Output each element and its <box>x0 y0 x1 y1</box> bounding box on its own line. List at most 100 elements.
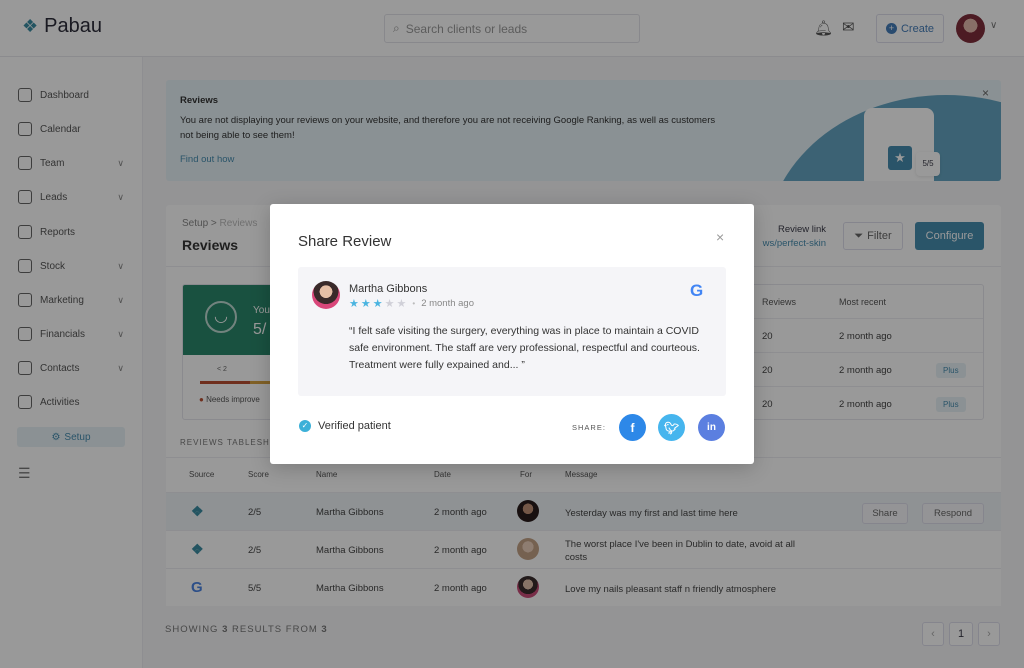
reviewer-avatar <box>312 281 340 309</box>
reports-icon <box>18 225 32 239</box>
dashboard-icon <box>18 88 32 102</box>
sidebar-item-label: Reports <box>40 226 76 238</box>
chevron-down-icon[interactable]: ∨ <box>990 20 997 31</box>
respond-button[interactable]: Respond <box>922 503 984 524</box>
pabau-source-icon: ❖ <box>191 503 204 519</box>
range-label: < 2 <box>217 366 227 373</box>
table-row[interactable]: ❖ 2/5 Martha Gibbons 2 month ago Yesterd… <box>166 492 1001 530</box>
prev-page-button[interactable]: ‹ <box>922 622 944 646</box>
table-row[interactable]: G 5/5 Martha Gibbons 2 month ago Love my… <box>166 568 1001 606</box>
share-review-modal: Share Review × Martha Gibbons ★ ★ ★ ★ ★ • 2 mo… <box>270 204 754 464</box>
illustration-score: 5/5 <box>916 152 940 176</box>
plus-circle-icon: + <box>885 23 897 34</box>
close-icon[interactable]: × <box>716 229 724 245</box>
name: Martha Gibbons <box>316 583 384 594</box>
page-title: Reviews <box>182 237 239 253</box>
score: 2/5 <box>248 507 262 518</box>
brand-name: Pabau <box>44 15 102 37</box>
sidebar-item-label: Marketing <box>40 294 84 306</box>
most-recent: 2 month ago <box>839 365 892 376</box>
star-icon: ★ <box>888 146 912 170</box>
chevron-down-icon: ∨ <box>117 191 124 202</box>
col-message: Message <box>565 470 598 479</box>
search-icon: ⌕ <box>393 21 400 35</box>
share-label: SHARE: <box>572 423 606 432</box>
page-1-button[interactable]: 1 <box>949 622 973 646</box>
search-input[interactable]: ⌕ Search clients or leads <box>384 14 640 43</box>
dot-separator: • <box>412 299 416 308</box>
star-icon: ★ <box>384 298 395 310</box>
sidebar-item-financials[interactable]: Financials ∨ <box>18 327 128 341</box>
create-button[interactable]: + Create <box>876 14 944 43</box>
find-out-how-link[interactable]: Find out how <box>180 154 234 165</box>
pabau-logo-icon: ❖ <box>22 16 39 36</box>
sidebar-item-contacts[interactable]: Contacts ∨ <box>18 361 128 375</box>
review-quote: “I felt safe visiting the surgery, every… <box>349 325 700 371</box>
sidebar-setup-button[interactable]: ⚙ Setup <box>17 427 125 447</box>
bell-icon[interactable]: 🔔︎ <box>814 19 833 37</box>
plus-badge: Plus <box>936 397 966 412</box>
sidebar-item-dashboard[interactable]: Dashboard <box>18 88 128 102</box>
results-summary: SHOWING 3 RESULTS FROM 3 <box>165 624 328 635</box>
sidebar-item-team[interactable]: Team ∨ <box>18 156 128 170</box>
sidebar-item-activities[interactable]: Activities <box>18 395 128 409</box>
name: Martha Gibbons <box>316 545 384 556</box>
staff-avatar <box>517 500 539 522</box>
activities-icon <box>18 395 32 409</box>
chevron-down-icon: ∨ <box>117 157 124 168</box>
banner-text: You are not displaying your reviews on y… <box>180 115 716 141</box>
most-recent: 2 month ago <box>839 399 892 410</box>
table-row: 20 2 month ago Plus <box>742 386 983 420</box>
sidebar-item-marketing[interactable]: Marketing ∨ <box>18 293 128 307</box>
review-link-label: Review link <box>777 224 826 235</box>
sidebar-item-reports[interactable]: Reports <box>18 225 128 239</box>
linkedin-share-button[interactable]: in <box>698 414 725 441</box>
twitter-icon: 🐦︎ <box>663 420 680 435</box>
logo[interactable]: ❖ Pabau <box>22 15 102 38</box>
score-text: You <box>253 305 270 316</box>
leads-icon <box>18 190 32 204</box>
sidebar-item-leads[interactable]: Leads ∨ <box>18 190 128 204</box>
filter-button[interactable]: ⏷ Filter <box>843 222 903 250</box>
contacts-icon <box>18 361 32 375</box>
chevron-down-icon: ∨ <box>117 328 124 339</box>
close-banner-icon[interactable]: × <box>982 86 989 100</box>
modal-title: Share Review <box>298 233 392 250</box>
sidebar-item-calendar[interactable]: Calendar <box>18 122 128 136</box>
sidebar-item-stock[interactable]: Stock ∨ <box>18 259 128 273</box>
mail-icon[interactable]: ✉ <box>842 18 855 36</box>
table-row[interactable]: ❖ 2/5 Martha Gibbons 2 month ago The wor… <box>166 530 1001 568</box>
reviews-banner: Reviews You are not displaying your revi… <box>166 80 1001 181</box>
linkedin-icon: in <box>707 422 716 433</box>
collapse-menu-icon[interactable]: ☰ <box>18 465 31 482</box>
next-page-button[interactable]: › <box>978 622 1000 646</box>
share-button[interactable]: Share <box>862 503 908 524</box>
col-most-recent: Most recent <box>839 297 887 307</box>
legend-label: Needs improve <box>206 395 260 404</box>
breadcrumb-setup[interactable]: Setup <box>182 218 208 229</box>
name: Martha Gibbons <box>316 507 384 518</box>
filter-label: Filter <box>867 230 892 242</box>
twitter-share-button[interactable]: 🐦︎ <box>658 414 685 441</box>
user-avatar[interactable] <box>956 14 985 43</box>
section-title: REVIEWS TABLESHE <box>180 438 277 447</box>
review-link-url[interactable]: ws/perfect-skin <box>763 237 826 251</box>
review-preview: Martha Gibbons ★ ★ ★ ★ ★ • 2 month ago G “I fe… <box>298 267 726 396</box>
financials-icon <box>18 327 32 341</box>
star-icon: ★ <box>396 298 407 310</box>
date: 2 month ago <box>434 545 487 556</box>
sources-table: Reviews Most recent 20 2 month ago 20 2 m… <box>741 284 984 420</box>
plus-badge: Plus <box>936 363 966 378</box>
configure-button[interactable]: Configure <box>915 222 984 250</box>
top-header: ❖ Pabau ⌕ Search clients or leads 🔔︎ ✉ +… <box>0 0 1024 57</box>
calendar-icon <box>18 122 32 136</box>
score-value: 5/ <box>253 321 267 338</box>
facebook-share-button[interactable]: f <box>619 414 646 441</box>
facebook-icon: f <box>630 420 635 435</box>
chevron-down-icon: ∨ <box>117 294 124 305</box>
results-from-label: RESULTS FROM <box>232 624 318 635</box>
pabau-source-icon: ❖ <box>191 541 204 557</box>
verified-patient: ✓ Verified patient <box>299 420 391 432</box>
sidebar-item-label: Financials <box>40 328 86 340</box>
breadcrumb: Setup > Reviews <box>182 218 258 229</box>
